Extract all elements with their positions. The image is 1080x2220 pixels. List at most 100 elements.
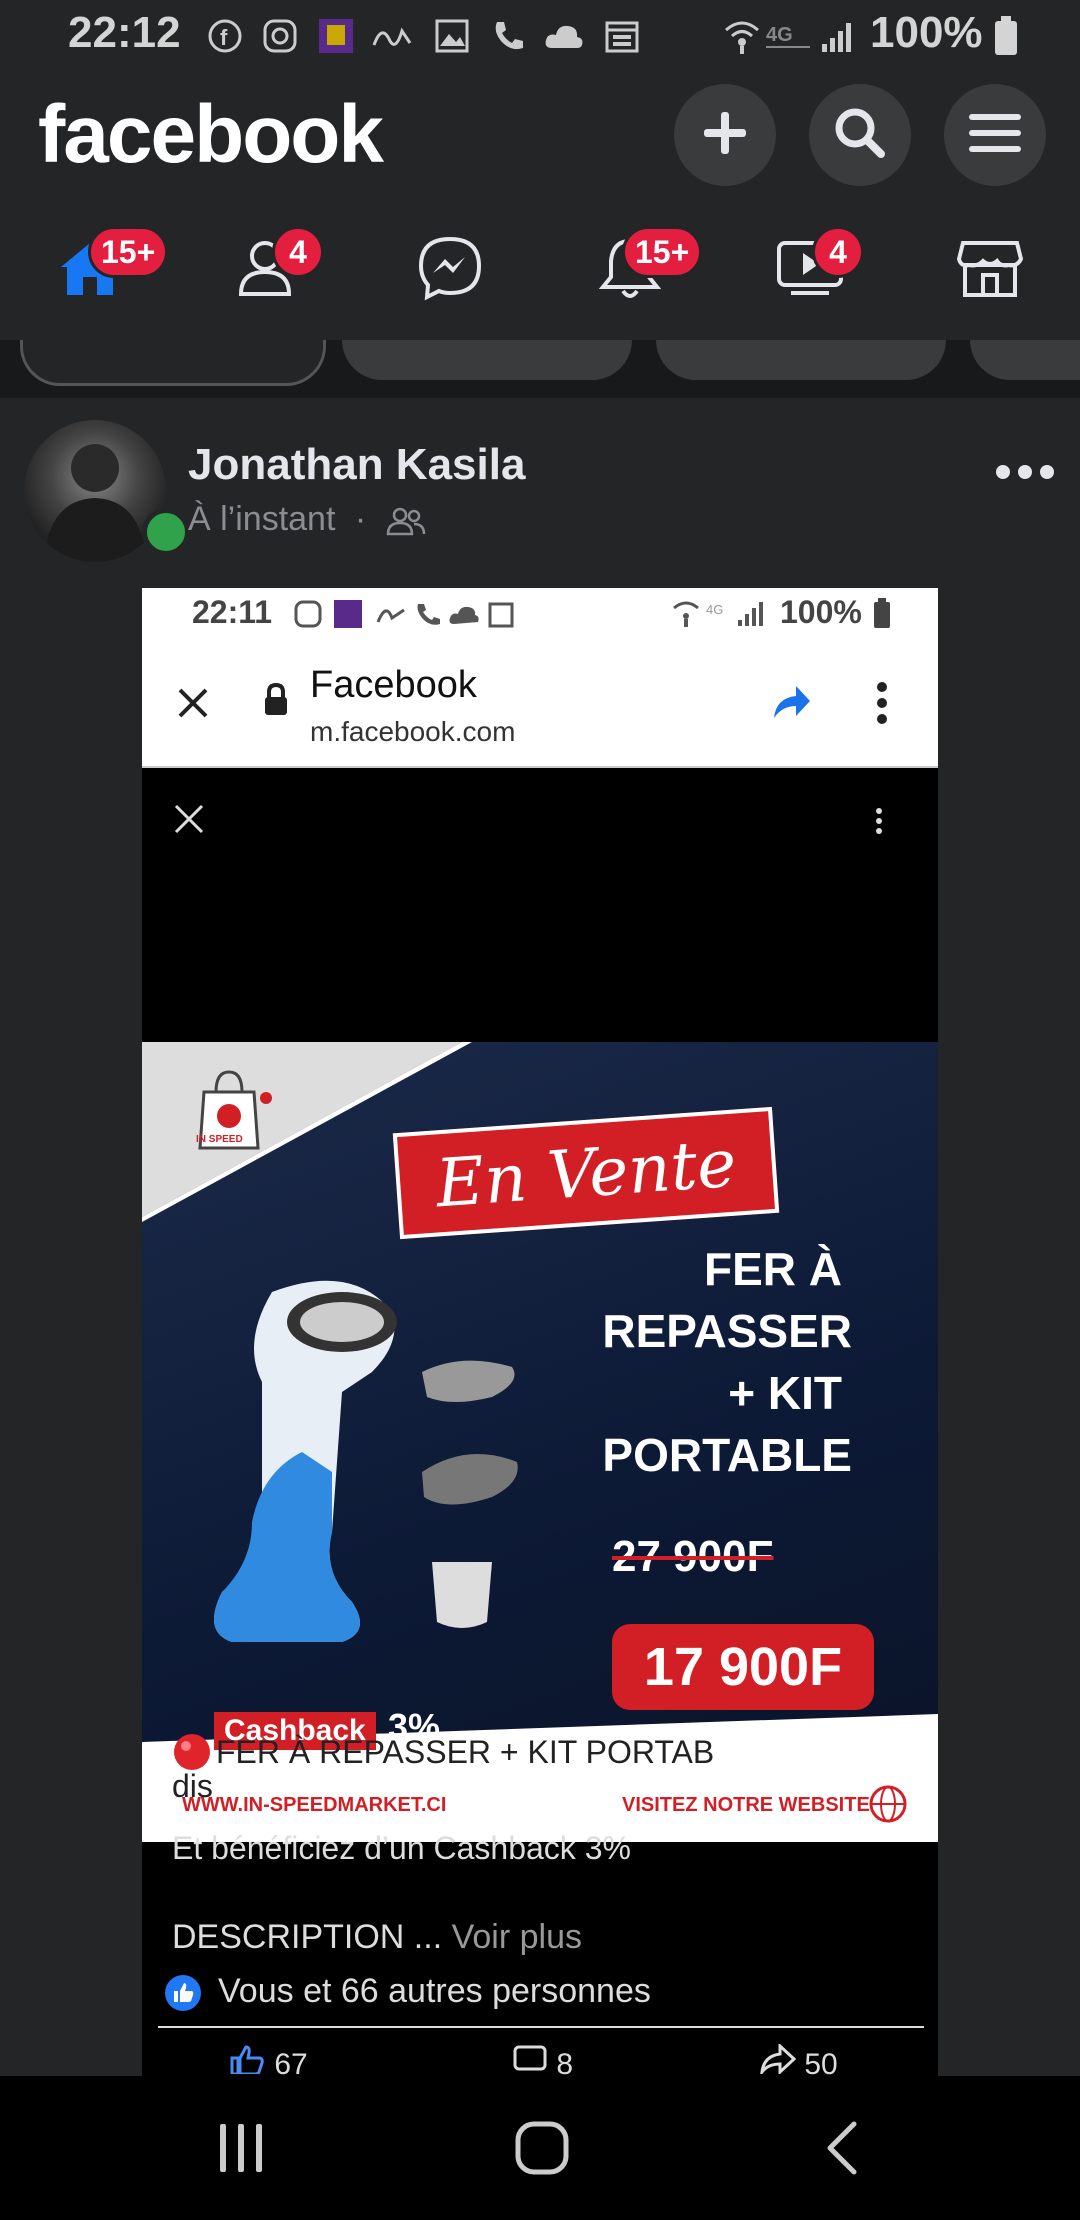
inner-battery: 100% xyxy=(780,594,862,630)
old-price: 27 900F xyxy=(612,1532,774,1581)
like-count-text: 67 xyxy=(274,2048,308,2076)
cloud-icon xyxy=(544,16,584,56)
see-more-link[interactable]: Voir plus xyxy=(452,1918,582,1956)
comment-count-text: 8 xyxy=(556,2048,574,2076)
nav-messenger[interactable] xyxy=(390,220,510,320)
nav-friends[interactable]: 4 xyxy=(210,220,330,320)
viewer-close-icon[interactable] xyxy=(172,802,206,841)
status-time: 22:12 xyxy=(68,8,181,57)
share-count[interactable]: 50 xyxy=(759,2042,838,2076)
nav-marketplace[interactable] xyxy=(930,220,1050,320)
browser-close-icon[interactable] xyxy=(176,686,210,725)
brand-logo: IN SPEED xyxy=(192,1062,282,1157)
post-options-button[interactable] xyxy=(990,452,1060,496)
share-icon xyxy=(759,2042,797,2076)
facebook-icon: f xyxy=(205,16,245,56)
messenger-icon xyxy=(417,235,483,306)
like-reaction-icon xyxy=(164,1974,202,2017)
separator-dot: · xyxy=(354,500,367,538)
caption-line-1: FER À REPASSER + KIT PORTAB xyxy=(216,1734,715,1770)
description-text: DESCRIPTION ... xyxy=(172,1918,443,1956)
ad-line-4: PORTABLE xyxy=(602,1429,852,1481)
ad-line-1: FER À xyxy=(704,1243,842,1295)
battery-icon xyxy=(986,16,1026,56)
system-navigation-bar xyxy=(0,2076,1080,2220)
signal-icon xyxy=(818,16,858,56)
viewer-menu-icon[interactable] xyxy=(874,808,884,839)
timestamp-text: À l’instant xyxy=(188,500,336,538)
inner-status-bar: 22:11 4G 100% xyxy=(142,588,938,642)
calendar-icon xyxy=(602,16,642,56)
instagram-icon xyxy=(260,16,300,56)
browser-header: Facebook m.facebook.com xyxy=(142,642,938,768)
comment-icon xyxy=(512,2045,548,2076)
inner-status-time: 22:11 xyxy=(192,594,273,630)
ad-line-2: REPASSER xyxy=(602,1305,852,1357)
signature-icon xyxy=(372,16,412,56)
menu-icon xyxy=(967,110,1023,161)
browser-menu-icon[interactable] xyxy=(876,682,888,729)
post-timestamp: À l’instant · xyxy=(188,500,426,539)
app-icon xyxy=(316,16,356,56)
menu-button[interactable] xyxy=(944,84,1046,186)
wifi-icon xyxy=(722,16,762,56)
friends-audience-icon xyxy=(386,500,426,538)
comment-count[interactable]: 8 xyxy=(512,2044,573,2076)
reactions-summary[interactable]: Vous et 66 autres personnes xyxy=(218,1972,651,2011)
browser-title: Facebook xyxy=(310,664,477,706)
lock-icon xyxy=(262,682,290,723)
post-image[interactable]: 22:11 4G 100% Facebook m.facebook.com IN… xyxy=(142,588,938,2076)
story-card[interactable] xyxy=(656,340,946,380)
story-card[interactable] xyxy=(970,340,1080,380)
phone-icon xyxy=(488,16,528,56)
marketplace-icon xyxy=(956,237,1024,304)
search-button[interactable] xyxy=(809,84,911,186)
recent-apps-icon[interactable] xyxy=(216,2122,266,2179)
ad-image: IN SPEED En Vente FER À REPASSER + KIT P… xyxy=(142,1042,938,1842)
story-card[interactable] xyxy=(342,340,632,380)
more-dots-icon xyxy=(995,464,1055,485)
friends-badge: 4 xyxy=(272,226,324,278)
svg-text:4G: 4G xyxy=(706,602,723,617)
like-count[interactable]: 67 xyxy=(230,2044,308,2076)
thumb-up-icon xyxy=(230,2045,266,2076)
divider xyxy=(158,2026,924,2028)
new-price: 17 900F xyxy=(612,1624,874,1710)
notifications-badge: 15+ xyxy=(622,226,703,278)
share-arrow-icon[interactable] xyxy=(772,684,812,725)
nav-home[interactable]: 15+ xyxy=(30,220,169,320)
home-badge: 15+ xyxy=(88,226,169,278)
home-circle-icon[interactable] xyxy=(514,2120,570,2181)
svg-text:4G: 4G xyxy=(766,24,793,46)
back-icon[interactable] xyxy=(822,2120,862,2181)
caption-line-2: dis xyxy=(172,1768,213,1804)
nav-watch[interactable]: 4 xyxy=(750,220,870,320)
divider xyxy=(0,388,1080,398)
post-author[interactable]: Jonathan Kasila xyxy=(188,440,525,490)
gallery-icon xyxy=(432,16,472,56)
watch-badge: 4 xyxy=(812,226,864,278)
ad-website: WWW.IN-SPEEDMARKET.CI xyxy=(182,1794,447,1816)
brand-name: IN SPEED xyxy=(196,1134,243,1145)
inner-status-icons xyxy=(294,600,514,635)
status-bar: 22:12 f 4G 100% xyxy=(0,0,1080,72)
search-icon xyxy=(833,106,887,165)
ad-line-3: + KIT xyxy=(728,1367,842,1419)
steamer-product-image xyxy=(192,1272,572,1717)
inner-signal-icons: 4G xyxy=(672,598,772,635)
share-count-text: 50 xyxy=(804,2048,838,2076)
battery-percent: 100% xyxy=(870,8,983,57)
facebook-logo[interactable]: facebook xyxy=(38,88,384,182)
plus-icon xyxy=(700,108,750,163)
create-button[interactable] xyxy=(674,84,776,186)
story-card[interactable] xyxy=(20,340,326,386)
caption-line-3: Et bénéficiez d’un Cashback 3% xyxy=(172,1830,631,1866)
stories-strip[interactable] xyxy=(0,340,1080,388)
inner-battery-icon xyxy=(872,598,892,635)
4g-icon: 4G xyxy=(766,16,812,56)
globe-icon xyxy=(868,1784,908,1829)
browser-url: m.facebook.com xyxy=(310,716,516,747)
online-indicator xyxy=(142,508,190,556)
ad-visit: VISITEZ NOTRE WEBSITE xyxy=(622,1794,870,1816)
nav-notifications[interactable]: 15+ xyxy=(570,220,703,320)
